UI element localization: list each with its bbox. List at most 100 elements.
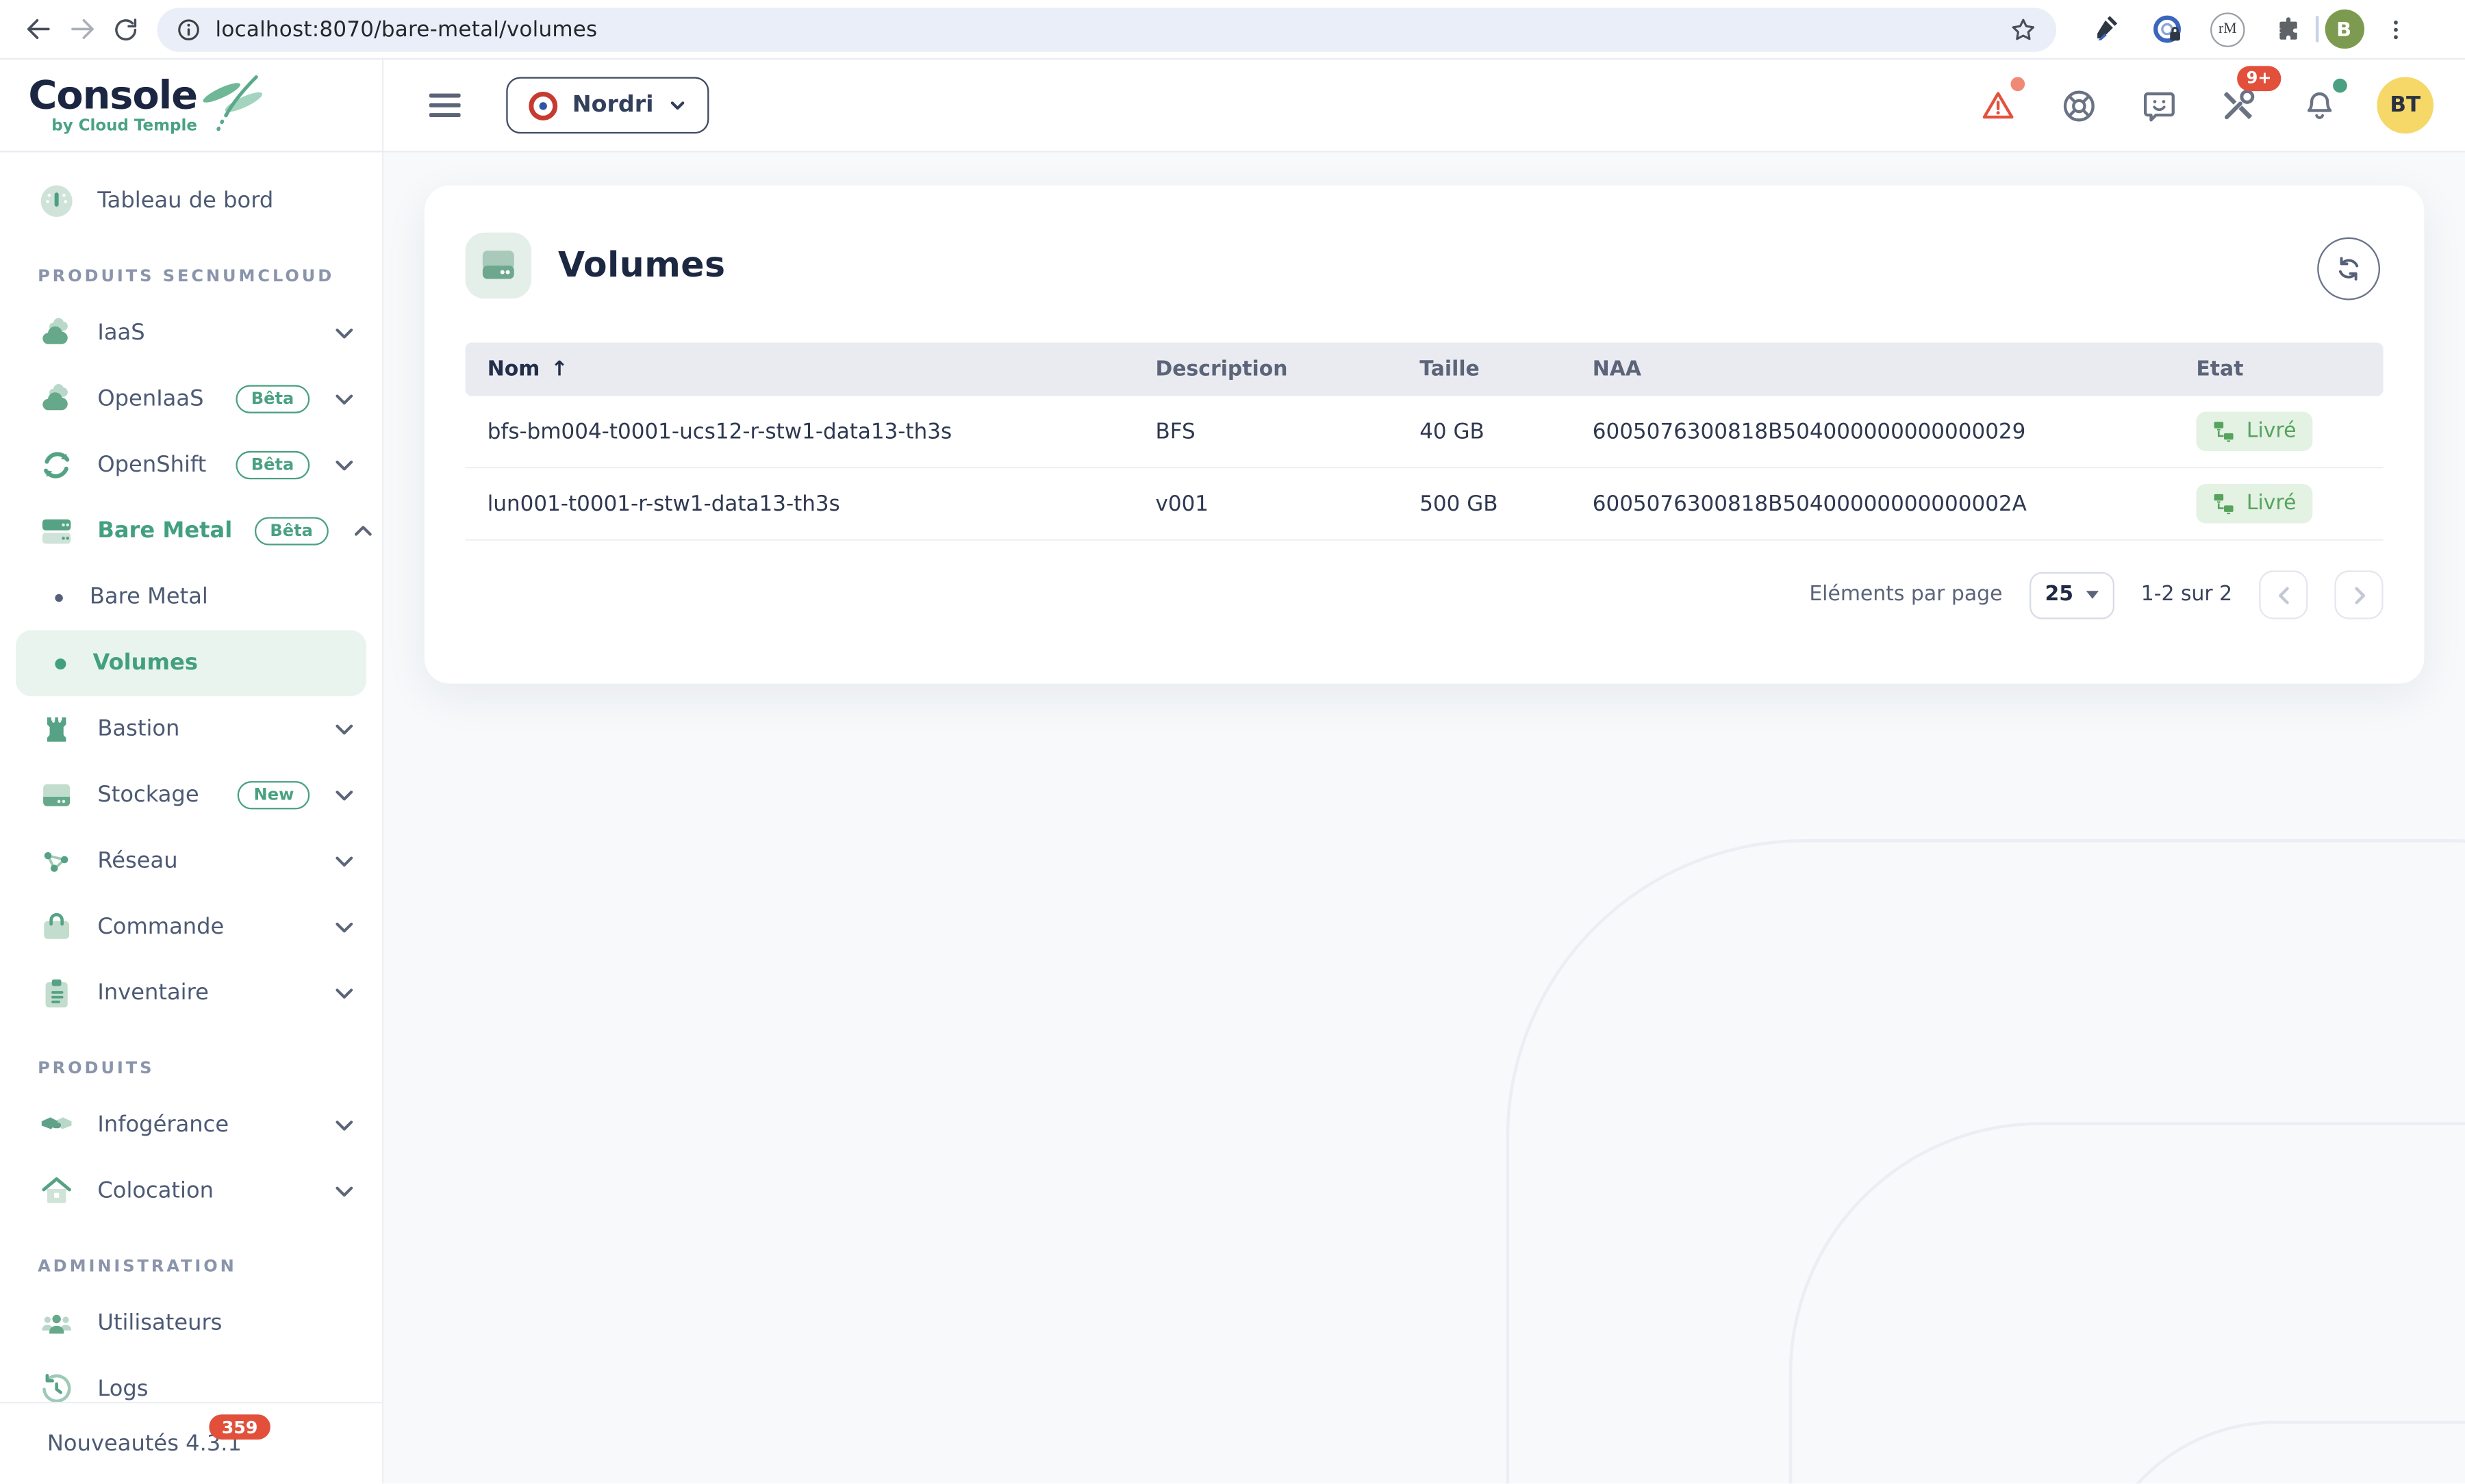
sidebar-item-openiaas[interactable]: OpenIaaS Bêta [0,366,382,432]
column-header-description[interactable]: Description [1156,358,1420,381]
sidebar-section-produits: PRODUITS [0,1026,382,1092]
alert-dot [2010,77,2025,92]
url-text: localhost:8070/bare-metal/volumes [216,16,1995,42]
sidebar-item-label: Tableau de bord [97,189,357,214]
sidebar-item-label: Commande [97,914,309,940]
back-icon [23,14,53,44]
sidebar-item-label: Inventaire [97,981,309,1006]
sidebar-item-label: Stockage [97,782,216,808]
chevron-down-icon [331,387,357,412]
feedback-smiley-icon [2139,86,2178,125]
sidebar-item-tableau-de-bord[interactable]: Tableau de bord [0,168,382,234]
chevron-left-icon [2271,583,2296,609]
page-size-select[interactable]: 25 [2029,572,2114,619]
kebab-menu-icon [2382,16,2407,42]
support-button[interactable] [2056,84,2100,127]
sidebar-item-label: IaaS [97,320,309,346]
previous-page-button[interactable] [2259,571,2308,619]
sidebar-subitem-bare-metal[interactable]: Bare Metal [0,564,382,630]
alerts-button[interactable] [1976,84,2020,127]
eyedropper-extension-button[interactable] [2082,7,2125,51]
refresh-button[interactable] [2317,238,2380,300]
beta-badge: Bêta [236,452,309,479]
page-range: 1-2 sur 2 [2141,584,2232,607]
table-row[interactable]: bfs-bm004-t0001-ucs12-r-stw1-data13-th3s… [466,397,2384,470]
sidebar-item-utilisateurs[interactable]: Utilisateurs [0,1290,382,1356]
beta-badge: Bêta [236,385,309,413]
chevron-down-icon [331,452,357,478]
site-info-icon[interactable] [176,16,201,42]
column-header-taille[interactable]: Taille [1419,358,1593,381]
notifications-button[interactable] [2297,84,2340,127]
sidebar-item-colocation[interactable]: Colocation [0,1158,382,1224]
app-header: Console by Cloud Temple Nordri [0,60,2465,152]
sidebar-item-openshift[interactable]: OpenShift Bêta [0,432,382,498]
column-header-etat[interactable]: Etat [2196,358,2383,381]
sidebar-item-bastion[interactable]: Bastion [0,696,382,762]
sidebar-section-secnumcloud: PRODUITS SECNUMCLOUD [0,234,382,300]
sidebar-item-infogerance[interactable]: Infogérance [0,1092,382,1158]
sidebar-item-iaas[interactable]: IaaS [0,300,382,366]
forward-button[interactable] [60,7,103,51]
forward-icon [67,14,97,44]
password-manager-extension-button[interactable] [2146,7,2190,51]
delivered-network-icon [2212,493,2235,516]
tools-button[interactable]: 9+ [2216,84,2260,127]
password-lock-icon [2151,12,2186,47]
bell-icon [2299,86,2338,125]
cell-taille: 40 GB [1419,420,1593,445]
bullet-icon [55,593,62,601]
sort-asc-icon: ↑ [551,358,568,381]
column-header-nom[interactable]: Nom ↑ [488,358,1156,381]
sidebar-nav: Tableau de bord PRODUITS SECNUMCLOUD Iaa… [0,153,382,1402]
sidebar-item-inventaire[interactable]: Inventaire [0,960,382,1026]
cell-nom: lun001-t0001-r-stw1-data13-th3s [488,492,1156,517]
volumes-icon [466,233,531,298]
reload-button[interactable] [104,7,148,51]
notifications-dot [2333,79,2347,93]
header-main: Nordri 9+ [383,60,2465,151]
sidebar-item-commande[interactable]: Commande [0,894,382,960]
chevron-down-icon [331,914,357,940]
refresh-icon [2333,253,2364,285]
table-row[interactable]: lun001-t0001-r-stw1-data13-th3s v001 500… [466,469,2384,541]
header-actions: 9+ BT [1976,77,2434,134]
puzzle-icon [2273,14,2303,44]
feedback-button[interactable] [2136,84,2180,127]
chevron-down-icon [668,96,687,115]
user-avatar[interactable]: BT [2377,77,2434,134]
bookmark-star-icon[interactable] [2009,15,2037,43]
sidebar-subitem-label: Volumes [92,651,366,676]
sidebar-item-stockage[interactable]: Stockage New [0,763,382,828]
next-page-button[interactable] [2334,571,2383,619]
logo-title: Console [28,75,197,114]
warning-triangle-icon [1977,86,2019,124]
browser-toolbar: localhost:8070/bare-metal/volumes rM B [0,0,2465,60]
dragonfly-logo-icon [201,69,270,142]
browser-menu-button[interactable] [2373,7,2417,51]
status-label: Livré [2247,420,2297,444]
whats-new-button[interactable]: Nouveautés 4.3.1 359 [0,1402,382,1483]
sidebar-item-logs[interactable]: Logs [0,1356,382,1402]
sidebar-section-administration: ADMINISTRATION [0,1225,382,1290]
cell-naa: 6005076300818B50400000000000002A [1593,492,2197,517]
column-header-naa[interactable]: NAA [1593,358,2197,381]
browser-profile-avatar[interactable]: B [2325,10,2364,49]
sidebar-item-reseau[interactable]: Réseau [0,828,382,894]
back-button[interactable] [16,7,60,51]
extensions-puzzle-button[interactable] [2265,7,2309,51]
cloud-icon [38,314,75,352]
tools-count-badge: 9+ [2237,66,2281,90]
rm-extension-button[interactable]: rM [2210,12,2245,47]
network-nodes-icon [38,843,75,880]
sidebar-item-bare-metal[interactable]: Bare Metal Bêta [0,498,382,564]
tenant-selector-button[interactable]: Nordri [506,77,709,134]
sidebar-subitem-label: Bare Metal [90,585,382,610]
url-bar[interactable]: localhost:8070/bare-metal/volumes [157,7,2056,51]
bullet-icon [55,658,66,669]
beta-badge: Bêta [254,517,328,545]
status-badge: Livré [2196,485,2312,524]
sidebar-toggle-button[interactable] [425,85,466,126]
sidebar-subitem-volumes[interactable]: Volumes [16,630,366,696]
sidebar-item-label: Bare Metal [97,519,232,544]
